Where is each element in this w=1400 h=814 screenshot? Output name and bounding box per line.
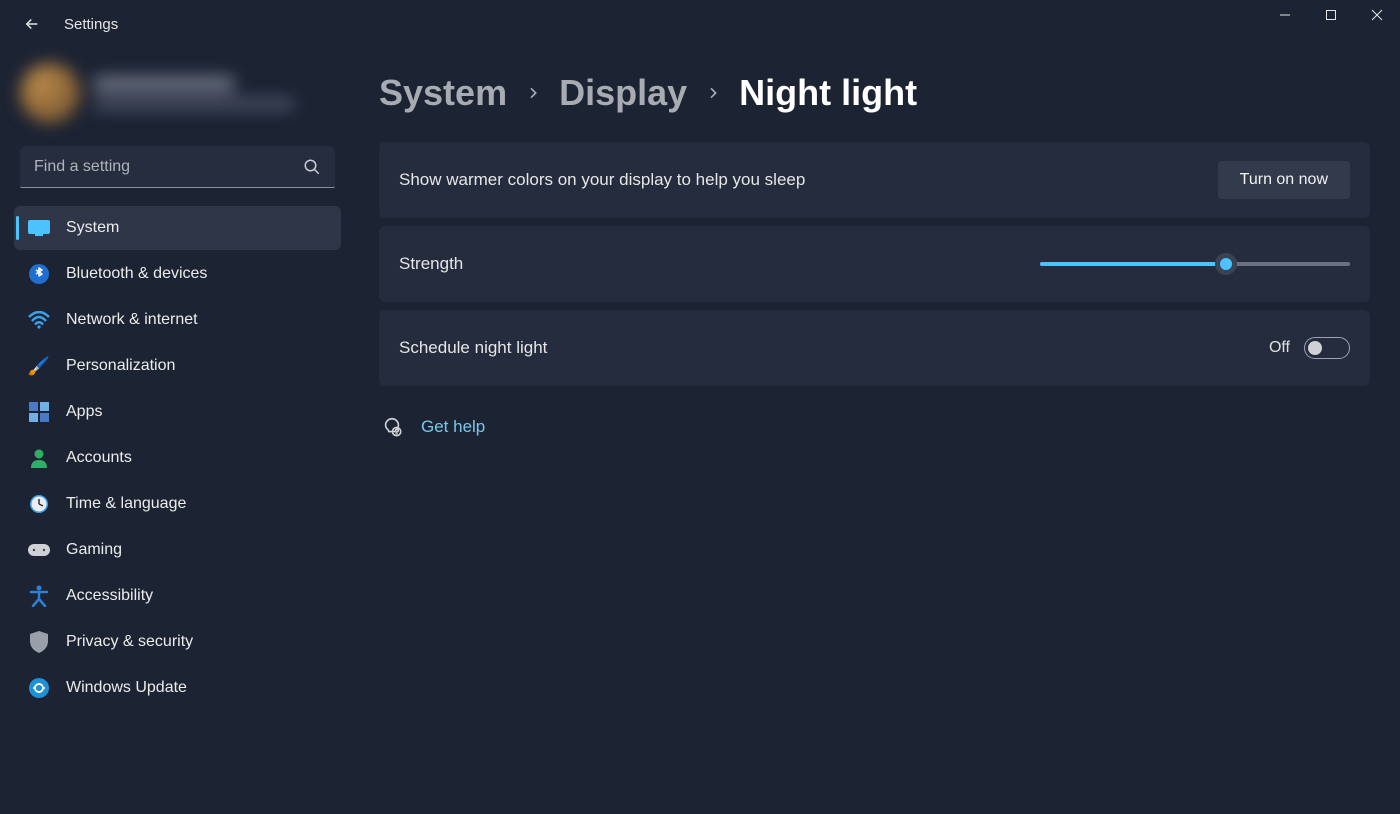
breadcrumb-item-night-light: Night light <box>739 72 917 114</box>
shield-icon <box>28 631 50 653</box>
sidebar-item-label: System <box>66 219 119 237</box>
toggle-knob <box>1308 341 1322 355</box>
schedule-card: Schedule night light Off <box>379 310 1370 386</box>
sidebar-item-label: Gaming <box>66 541 122 559</box>
clock-icon <box>28 493 50 515</box>
breadcrumb: System Display Night light <box>379 72 1370 114</box>
close-button[interactable] <box>1354 0 1400 30</box>
user-account-block[interactable] <box>14 58 341 128</box>
update-icon <box>28 677 50 699</box>
sidebar-item-bluetooth[interactable]: Bluetooth & devices <box>14 252 341 296</box>
strength-card: Strength <box>379 226 1370 302</box>
main-content: System Display Night light Show warmer c… <box>355 48 1400 814</box>
chevron-right-icon <box>525 85 541 101</box>
back-button[interactable] <box>16 8 48 40</box>
sidebar-item-label: Time & language <box>66 495 186 513</box>
sidebar-item-privacy[interactable]: Privacy & security <box>14 620 341 664</box>
display-icon <box>28 217 50 239</box>
sidebar-item-gaming[interactable]: Gaming <box>14 528 341 572</box>
night-light-description: Show warmer colors on your display to he… <box>399 170 805 190</box>
gamepad-icon <box>28 539 50 561</box>
sidebar-item-label: Bluetooth & devices <box>66 265 207 283</box>
breadcrumb-item-display[interactable]: Display <box>559 72 687 114</box>
wifi-icon <box>28 309 50 331</box>
window-controls <box>1262 0 1400 30</box>
strength-slider[interactable] <box>1040 255 1350 273</box>
avatar <box>20 63 80 123</box>
help-row: Get help <box>379 416 1370 438</box>
sidebar-item-accounts[interactable]: Accounts <box>14 436 341 480</box>
sidebar-item-label: Apps <box>66 403 102 421</box>
sidebar-item-windows-update[interactable]: Windows Update <box>14 666 341 710</box>
paintbrush-icon: 🖌️ <box>28 355 50 377</box>
sidebar: System Bluetooth & devices Network & int… <box>0 48 355 814</box>
minimize-button[interactable] <box>1262 0 1308 30</box>
sidebar-item-accessibility[interactable]: Accessibility <box>14 574 341 618</box>
schedule-state-text: Off <box>1269 339 1290 357</box>
sidebar-item-apps[interactable]: Apps <box>14 390 341 434</box>
strength-label: Strength <box>399 254 463 274</box>
user-info <box>94 76 335 110</box>
sidebar-item-time-language[interactable]: Time & language <box>14 482 341 526</box>
search-box <box>20 146 335 188</box>
titlebar: Settings <box>0 0 1400 48</box>
sidebar-item-label: Accessibility <box>66 587 153 605</box>
maximize-button[interactable] <box>1308 0 1354 30</box>
help-icon <box>381 416 403 438</box>
sidebar-item-label: Windows Update <box>66 679 187 697</box>
turn-on-now-button[interactable]: Turn on now <box>1218 161 1350 199</box>
accessibility-icon <box>28 585 50 607</box>
breadcrumb-item-system[interactable]: System <box>379 72 507 114</box>
sidebar-item-network[interactable]: Network & internet <box>14 298 341 342</box>
app-title: Settings <box>64 16 118 33</box>
bluetooth-icon <box>28 263 50 285</box>
person-icon <box>28 447 50 469</box>
sidebar-item-label: Accounts <box>66 449 132 467</box>
get-help-link[interactable]: Get help <box>421 417 485 437</box>
night-light-description-card: Show warmer colors on your display to he… <box>379 142 1370 218</box>
nav-list: System Bluetooth & devices Network & int… <box>14 206 341 710</box>
sidebar-item-system[interactable]: System <box>14 206 341 250</box>
slider-thumb[interactable] <box>1215 253 1237 275</box>
search-icon <box>303 158 321 176</box>
slider-fill <box>1040 262 1226 266</box>
chevron-right-icon <box>705 85 721 101</box>
schedule-toggle-group: Off <box>1269 337 1350 359</box>
sidebar-item-label: Personalization <box>66 357 175 375</box>
schedule-toggle[interactable] <box>1304 337 1350 359</box>
apps-icon <box>28 401 50 423</box>
search-input[interactable] <box>20 146 335 188</box>
schedule-label: Schedule night light <box>399 338 547 358</box>
sidebar-item-personalization[interactable]: 🖌️ Personalization <box>14 344 341 388</box>
sidebar-item-label: Privacy & security <box>66 633 193 651</box>
sidebar-item-label: Network & internet <box>66 311 198 329</box>
